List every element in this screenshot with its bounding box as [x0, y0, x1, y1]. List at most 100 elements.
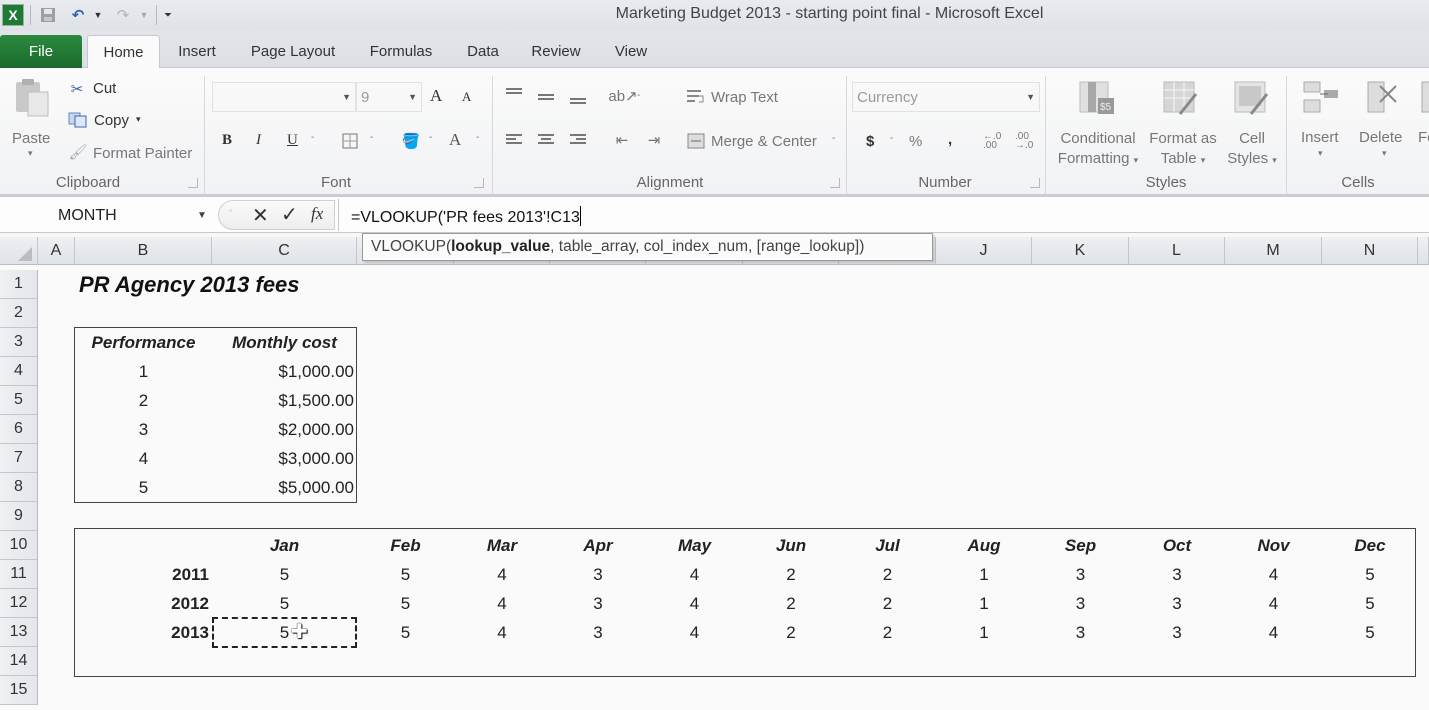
month-header-sep[interactable]: Sep: [1032, 531, 1129, 560]
performance-value-cell[interactable]: 2: [743, 589, 839, 618]
performance-value-cell[interactable]: 1: [936, 618, 1032, 647]
performance-value-cell[interactable]: 3: [1129, 560, 1225, 589]
conditional-formatting-button[interactable]: Conditional Formatting ▾: [1057, 129, 1139, 170]
fill-color-icon[interactable]: 🪣: [401, 131, 421, 151]
performance-value-cell[interactable]: 4: [646, 618, 743, 647]
performance-value-cell[interactable]: 2: [743, 618, 839, 647]
enter-icon[interactable]: ✓: [281, 202, 298, 227]
decrease-indent-icon[interactable]: ⇤: [612, 132, 632, 149]
fee-table-performance-cell[interactable]: 5: [75, 473, 212, 502]
fee-table-performance-cell[interactable]: 1: [75, 357, 212, 386]
row-header-14[interactable]: 14: [0, 647, 38, 676]
select-all-button[interactable]: [0, 237, 38, 265]
insert-cells-button[interactable]: Insert: [1301, 129, 1339, 146]
clipboard-dialog-launcher-icon[interactable]: [188, 178, 198, 188]
column-header-k[interactable]: K: [1032, 237, 1129, 265]
fee-table-cost-cell[interactable]: $1,000.00: [212, 357, 357, 386]
performance-value-cell[interactable]: 2: [839, 560, 936, 589]
performance-value-cell[interactable]: 1: [936, 589, 1032, 618]
tab-view[interactable]: View: [606, 35, 656, 68]
chevron-down-icon[interactable]: ▼: [197, 210, 207, 221]
row-header-8[interactable]: 8: [0, 473, 38, 502]
font-size-combo[interactable]: 9 ▼: [356, 82, 422, 112]
month-header-nov[interactable]: Nov: [1225, 531, 1322, 560]
align-center-icon[interactable]: [537, 133, 555, 147]
column-header-c[interactable]: C: [212, 237, 357, 265]
bold-button[interactable]: B: [222, 132, 232, 149]
fee-table-cost-cell[interactable]: $2,000.00: [212, 415, 357, 444]
cancel-icon[interactable]: ✕: [252, 203, 269, 228]
fill-color-dropdown-icon[interactable]: -: [429, 132, 432, 143]
performance-value-cell[interactable]: 3: [1032, 589, 1129, 618]
month-header-mar[interactable]: Mar: [454, 531, 550, 560]
copy-dropdown-icon[interactable]: ▾: [136, 114, 141, 125]
year-label-2013[interactable]: 2013: [75, 618, 212, 647]
currency-dropdown-icon[interactable]: -: [890, 133, 893, 144]
fee-table-cost-cell[interactable]: $3,000.00: [212, 444, 357, 473]
increase-indent-icon[interactable]: ⇥: [644, 132, 664, 149]
font-color-dropdown-icon[interactable]: -: [476, 132, 479, 143]
performance-value-cell[interactable]: 5: [212, 560, 357, 589]
fee-table-header-performance[interactable]: Performance: [75, 328, 212, 357]
tab-formulas[interactable]: Formulas: [360, 35, 442, 68]
month-header-oct[interactable]: Oct: [1129, 531, 1225, 560]
comma-button[interactable]: ,: [948, 131, 952, 148]
column-header-n[interactable]: N: [1322, 237, 1418, 265]
sheet-title-cell[interactable]: PR Agency 2013 fees: [75, 270, 454, 299]
column-header-b[interactable]: B: [75, 237, 212, 265]
paste-icon[interactable]: [14, 78, 52, 117]
fee-table-cost-cell[interactable]: $5,000.00: [212, 473, 357, 502]
row-header-5[interactable]: 5: [0, 386, 38, 415]
orientation-dropdown-icon[interactable]: -: [637, 90, 640, 101]
number-format-combo[interactable]: Currency ▼: [852, 82, 1040, 112]
tab-home[interactable]: Home: [87, 35, 160, 69]
number-dialog-launcher-icon[interactable]: [1030, 178, 1040, 188]
performance-value-cell[interactable]: 5: [212, 589, 357, 618]
tab-insert[interactable]: Insert: [166, 35, 228, 68]
merge-center-button[interactable]: Merge & Center: [711, 133, 817, 150]
performance-value-cell[interactable]: 5: [357, 589, 454, 618]
fee-table-performance-cell[interactable]: 2: [75, 386, 212, 415]
insert-function-icon[interactable]: fx: [311, 204, 323, 224]
month-header-apr[interactable]: Apr: [550, 531, 646, 560]
performance-value-cell[interactable]: 3: [1129, 589, 1225, 618]
currency-button[interactable]: $: [866, 133, 874, 150]
performance-value-cell[interactable]: 4: [646, 560, 743, 589]
performance-value-cell[interactable]: 5: [1322, 618, 1418, 647]
delete-dropdown-icon[interactable]: ▾: [1382, 148, 1387, 159]
align-bottom-icon[interactable]: [569, 94, 587, 104]
tab-file[interactable]: File: [0, 35, 82, 68]
shrink-font-icon[interactable]: A: [462, 89, 471, 105]
column-header-a[interactable]: A: [38, 237, 75, 265]
alignment-dialog-launcher-icon[interactable]: [830, 178, 840, 188]
insert-dropdown-icon[interactable]: ▾: [1318, 148, 1323, 159]
performance-value-cell[interactable]: 3: [550, 560, 646, 589]
formula-input[interactable]: =VLOOKUP('PR fees 2013'!C13: [338, 199, 1429, 231]
performance-value-cell[interactable]: 5: [1322, 589, 1418, 618]
performance-value-cell[interactable]: 4: [454, 560, 550, 589]
align-left-icon[interactable]: [505, 133, 523, 147]
year-label-2011[interactable]: 2011: [75, 560, 212, 589]
performance-value-cell[interactable]: 4: [1225, 560, 1322, 589]
performance-value-cell[interactable]: 4: [646, 589, 743, 618]
fee-table-header-monthly-cost[interactable]: Monthly cost: [212, 328, 357, 357]
column-header-l[interactable]: L: [1129, 237, 1225, 265]
format-cells-button[interactable]: Fo: [1418, 129, 1429, 146]
column-header-j[interactable]: J: [936, 237, 1032, 265]
merge-center-dropdown-icon[interactable]: -: [832, 133, 835, 144]
row-header-9[interactable]: 9: [0, 502, 38, 531]
performance-value-cell[interactable]: 5: [1322, 560, 1418, 589]
delete-cells-button[interactable]: Delete: [1359, 129, 1402, 146]
year-label-2012[interactable]: 2012: [75, 589, 212, 618]
month-header-jul[interactable]: Jul: [839, 531, 936, 560]
row-header-11[interactable]: 11: [0, 560, 38, 589]
month-header-feb[interactable]: Feb: [357, 531, 454, 560]
row-header-4[interactable]: 4: [0, 357, 38, 386]
tab-data[interactable]: Data: [458, 35, 508, 68]
performance-value-cell[interactable]: 3: [1129, 618, 1225, 647]
tooltip-current-argument[interactable]: lookup_value: [451, 238, 550, 256]
row-header-13[interactable]: 13: [0, 618, 38, 647]
performance-value-cell[interactable]: 4: [454, 589, 550, 618]
font-name-combo[interactable]: ▼: [212, 82, 356, 112]
decrease-decimal-button[interactable]: .00 →.0: [1015, 132, 1037, 151]
